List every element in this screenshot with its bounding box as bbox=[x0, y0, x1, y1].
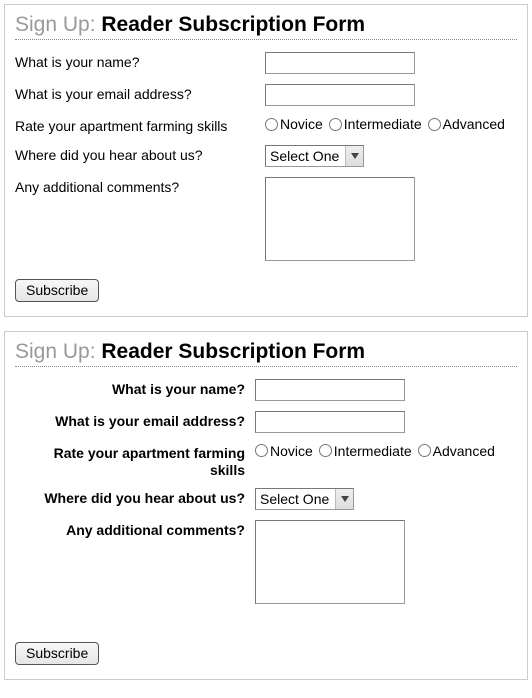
skill-advanced-label: Advanced bbox=[433, 443, 495, 459]
subscribe-button[interactable]: Subscribe bbox=[15, 279, 99, 302]
label-email: What is your email address? bbox=[15, 411, 255, 430]
row-name: What is your name? bbox=[15, 379, 517, 401]
label-comments: Any additional comments? bbox=[15, 520, 255, 539]
skill-intermediate-radio[interactable] bbox=[329, 118, 342, 131]
heading-lead: Sign Up: bbox=[15, 13, 101, 36]
label-source: Where did you hear about us? bbox=[15, 488, 255, 507]
email-input[interactable] bbox=[265, 84, 415, 106]
label-source: Where did you hear about us? bbox=[15, 145, 265, 164]
form-heading: Sign Up: Reader Subscription Form bbox=[15, 13, 517, 40]
chevron-down-icon bbox=[345, 146, 363, 166]
skill-intermediate-label: Intermediate bbox=[334, 443, 412, 459]
row-name: What is your name? bbox=[15, 52, 517, 74]
label-comments: Any additional comments? bbox=[15, 177, 265, 196]
row-email: What is your email address? bbox=[15, 411, 517, 433]
skill-intermediate-label: Intermediate bbox=[344, 116, 422, 132]
label-name: What is your name? bbox=[15, 379, 255, 398]
form-variant-left-aligned: Sign Up: Reader Subscription Form What i… bbox=[4, 4, 528, 317]
row-email: What is your email address? bbox=[15, 84, 517, 106]
skill-advanced-radio[interactable] bbox=[418, 444, 431, 457]
label-email: What is your email address? bbox=[15, 84, 265, 103]
skill-novice-label: Novice bbox=[270, 443, 313, 459]
row-skills: Rate your apartment farming skills Novic… bbox=[15, 443, 517, 479]
subscribe-button[interactable]: Subscribe bbox=[15, 642, 99, 665]
heading-title: Reader Subscription Form bbox=[101, 13, 365, 36]
email-input[interactable] bbox=[255, 411, 405, 433]
label-name: What is your name? bbox=[15, 52, 265, 71]
row-comments: Any additional comments? bbox=[15, 520, 517, 604]
skill-novice-radio[interactable] bbox=[265, 118, 278, 131]
source-select-value: Select One bbox=[266, 146, 345, 166]
name-input[interactable] bbox=[255, 379, 405, 401]
source-select[interactable]: Select One bbox=[255, 488, 354, 510]
skill-advanced-radio[interactable] bbox=[428, 118, 441, 131]
chevron-down-icon bbox=[335, 489, 353, 509]
comments-textarea[interactable] bbox=[265, 177, 415, 261]
heading-lead: Sign Up: bbox=[15, 340, 101, 363]
row-source: Where did you hear about us? Select One bbox=[15, 488, 517, 510]
row-skills: Rate your apartment farming skills Novic… bbox=[15, 116, 517, 135]
skill-advanced-label: Advanced bbox=[443, 116, 505, 132]
name-input[interactable] bbox=[265, 52, 415, 74]
skill-novice-radio[interactable] bbox=[255, 444, 268, 457]
heading-title: Reader Subscription Form bbox=[101, 340, 365, 363]
row-source: Where did you hear about us? Select One bbox=[15, 145, 517, 167]
source-select[interactable]: Select One bbox=[265, 145, 364, 167]
label-skills: Rate your apartment farming skills bbox=[15, 116, 265, 135]
comments-textarea[interactable] bbox=[255, 520, 405, 604]
skill-intermediate-radio[interactable] bbox=[319, 444, 332, 457]
form-heading: Sign Up: Reader Subscription Form bbox=[15, 340, 517, 367]
label-skills: Rate your apartment farming skills bbox=[15, 443, 255, 479]
row-comments: Any additional comments? bbox=[15, 177, 517, 261]
form-variant-right-aligned: Sign Up: Reader Subscription Form What i… bbox=[4, 331, 528, 681]
skill-novice-label: Novice bbox=[280, 116, 323, 132]
source-select-value: Select One bbox=[256, 489, 335, 509]
